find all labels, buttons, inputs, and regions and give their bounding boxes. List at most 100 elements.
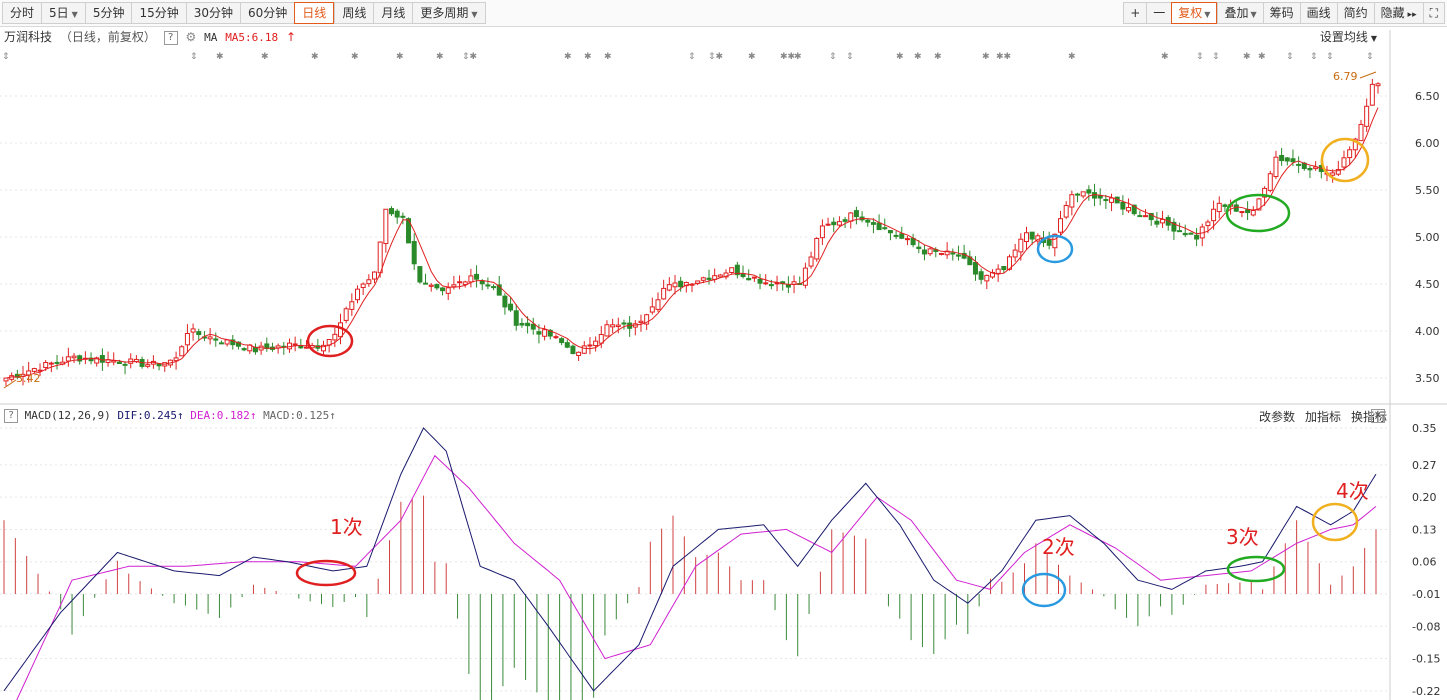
- candle-body: [717, 274, 723, 278]
- candle-body: [1177, 230, 1183, 233]
- candle-body: [468, 275, 474, 283]
- candle-body: [831, 221, 837, 226]
- close-icon[interactable]: ✕: [1371, 409, 1385, 423]
- candle-body: [904, 238, 910, 241]
- candle-body: [1211, 208, 1217, 222]
- candle-body: [508, 303, 514, 311]
- candle-body: [1160, 218, 1166, 224]
- macd-help-icon[interactable]: ?: [4, 409, 18, 423]
- candle-body: [700, 277, 706, 281]
- candle-body: [1182, 232, 1188, 236]
- candle-body: [355, 288, 361, 301]
- candle-body: [768, 284, 774, 287]
- candle-body: [887, 230, 893, 234]
- macd-tick-label: -0.22: [1412, 685, 1440, 698]
- event-marker: ✱: [914, 52, 922, 62]
- macd-title: MACD(12,26,9): [24, 409, 111, 422]
- candle-body: [417, 266, 423, 283]
- event-marker: ✱: [261, 52, 269, 62]
- macd-tool-0[interactable]: 改参数: [1259, 408, 1295, 425]
- macd-tick-label: 0.20: [1412, 491, 1437, 504]
- candle-body: [661, 287, 667, 300]
- candle-body: [785, 284, 791, 288]
- candle-body: [848, 212, 854, 222]
- candle-body: [207, 336, 213, 340]
- candle-body: [870, 222, 876, 225]
- candle-body: [440, 287, 446, 292]
- candle-body: [706, 277, 712, 280]
- candle-body: [553, 336, 559, 339]
- candle-body: [1109, 197, 1115, 203]
- candle-body: [1063, 205, 1069, 218]
- event-marker: ⇕: [1310, 52, 1318, 62]
- candle-body: [122, 363, 128, 366]
- candle-body: [1126, 206, 1132, 212]
- candle-body: [428, 284, 434, 287]
- candle-body: [1284, 157, 1290, 162]
- candle-body: [360, 283, 366, 289]
- event-marker: ✱: [934, 52, 942, 62]
- candle-body: [3, 377, 9, 382]
- candle-body: [916, 246, 922, 250]
- event-marker: ✱: [436, 52, 444, 62]
- candle-body: [1075, 193, 1081, 196]
- candle-body: [1330, 172, 1336, 176]
- candle-body: [853, 210, 859, 218]
- candle-body: [802, 267, 808, 286]
- event-marker: ✱: [1243, 52, 1251, 62]
- macd-circle-green: [1226, 555, 1286, 583]
- candle-body: [672, 282, 678, 288]
- price-tick-label: 4.50: [1415, 278, 1440, 291]
- candle-body: [757, 278, 763, 284]
- candle-body: [196, 331, 202, 336]
- candle-body: [1154, 220, 1160, 225]
- event-marker: ⇕: [190, 52, 198, 62]
- macd-tick-label: -0.01: [1412, 588, 1440, 601]
- candle-body: [1239, 211, 1245, 214]
- candle-body: [1046, 239, 1052, 246]
- event-marker: ⇕: [846, 52, 854, 62]
- candle-body: [984, 274, 990, 282]
- price-tick-label: 6.00: [1415, 137, 1440, 150]
- candle-body: [593, 340, 599, 347]
- candle-body: [1058, 218, 1064, 233]
- candle-body: [1205, 221, 1211, 227]
- candle-body: [411, 241, 417, 265]
- candle-body: [1307, 167, 1313, 171]
- candle-body: [604, 324, 610, 337]
- candle-body: [882, 227, 888, 230]
- candle-body: [337, 322, 343, 338]
- candle-body: [241, 348, 247, 351]
- dif-line: [3, 427, 1377, 692]
- event-marker: ✱: [896, 52, 904, 62]
- candle-body: [383, 208, 389, 245]
- candle-body: [224, 339, 230, 345]
- candle-body: [179, 346, 185, 357]
- dea-value: DEA:0.182: [190, 409, 250, 422]
- macd-tool-1[interactable]: 加指标: [1305, 408, 1341, 425]
- macd-tick-label: 0.06: [1412, 556, 1437, 569]
- candle-body: [808, 256, 814, 267]
- candle-body: [1267, 173, 1273, 191]
- event-marker: ⇕✱: [708, 52, 723, 62]
- candle-body: [65, 356, 71, 362]
- candle-body: [1097, 195, 1103, 199]
- candle-body: [218, 342, 224, 345]
- candle-body: [893, 234, 899, 237]
- candle-body: [366, 279, 372, 285]
- event-marker: ✱✱: [780, 52, 795, 62]
- candle-body: [740, 273, 746, 277]
- candle-body: [1069, 194, 1075, 208]
- candle-body: [99, 355, 105, 363]
- candle-body: [1364, 105, 1370, 127]
- candle-body: [836, 221, 842, 226]
- candle-body: [1245, 209, 1251, 214]
- candle-body: [581, 345, 587, 354]
- event-marker: ✱: [311, 52, 319, 62]
- candle-body: [1194, 234, 1200, 240]
- candle-body: [678, 280, 684, 288]
- annotation-label-1: 1次: [330, 515, 363, 539]
- stock-chart[interactable]: 6.50 6.00 5.50 5.00 4.50 4.00 3.50 0.35 0.27 0.20…: [0, 0, 1447, 700]
- candle-body: [389, 208, 395, 215]
- candle-body: [955, 254, 961, 257]
